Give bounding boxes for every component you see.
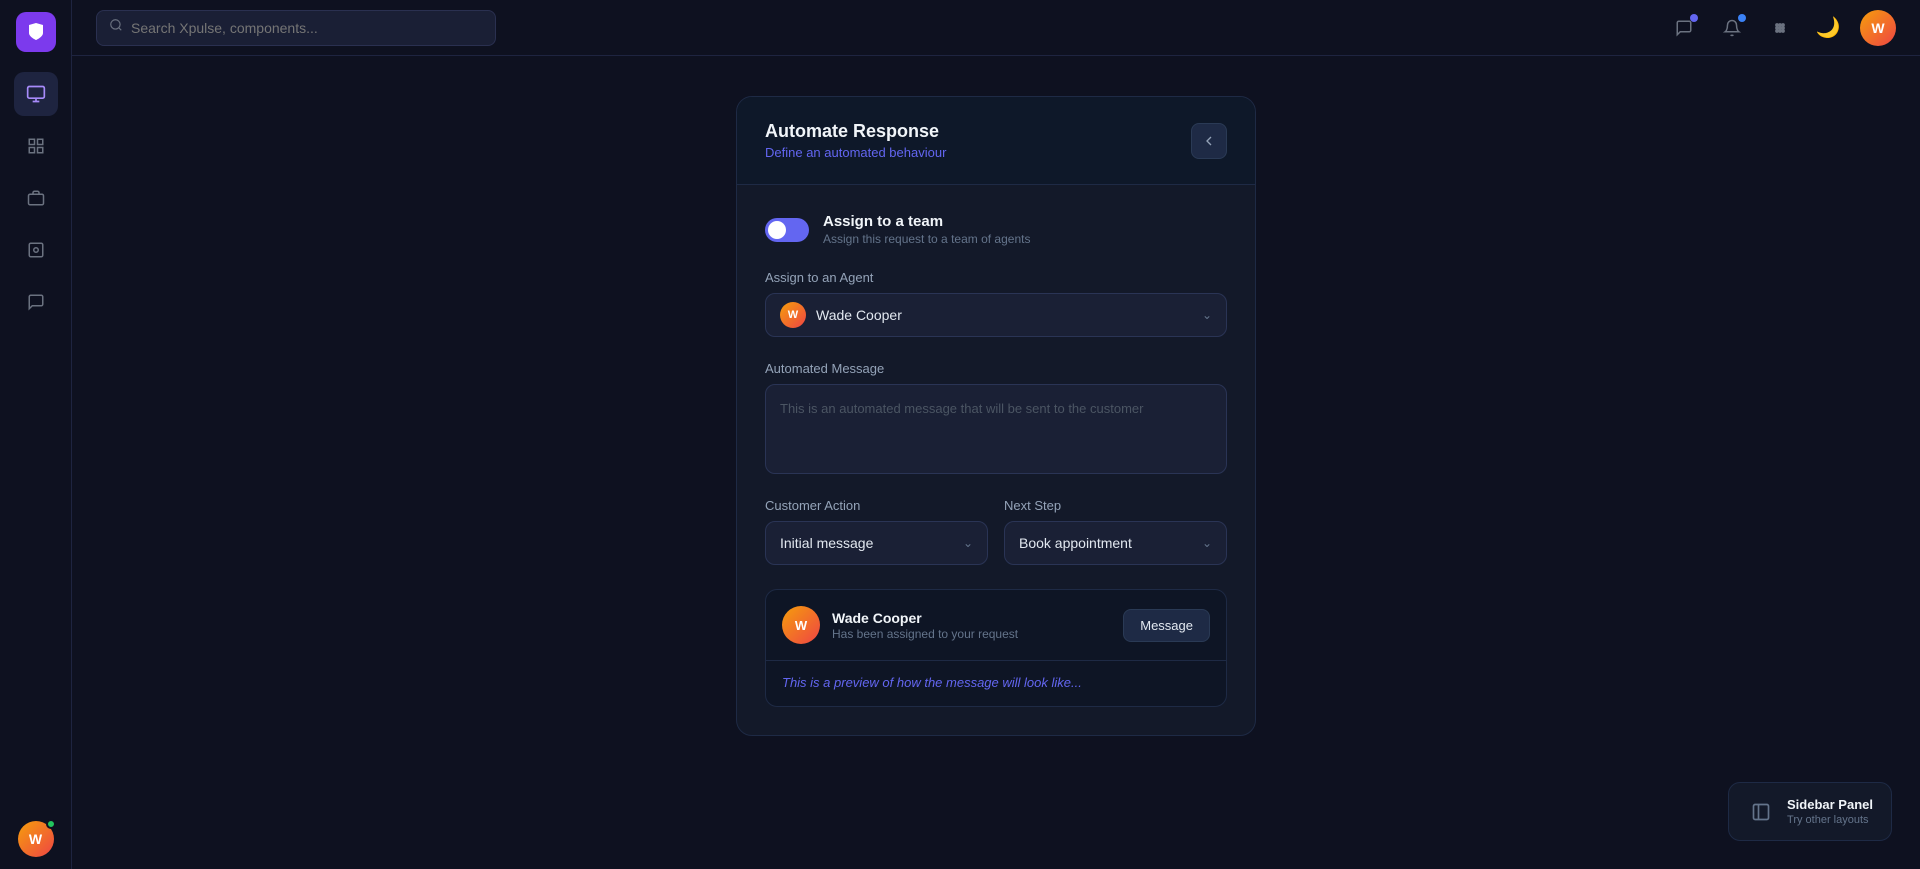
card-title: Automate Response (765, 121, 946, 142)
next-step-value: Book appointment (1019, 535, 1192, 551)
preview-agent-name: Wade Cooper (832, 610, 1111, 626)
topbar: 🌙 W (72, 0, 1920, 56)
assign-agent-field: Assign to an Agent W Wade Cooper ⌄ (765, 270, 1227, 337)
sidebar-panel-title: Sidebar Panel (1787, 797, 1873, 812)
customer-action-chevron: ⌄ (963, 536, 973, 550)
agent-select-value: Wade Cooper (816, 307, 1192, 323)
preview-agent-info: Wade Cooper Has been assigned to your re… (832, 610, 1111, 641)
customer-action-select[interactable]: Initial message ⌄ (765, 521, 988, 565)
sidebar-item-layout[interactable] (14, 228, 58, 272)
card-body: Assign to a team Assign this request to … (737, 185, 1255, 735)
preview-card: W Wade Cooper Has been assigned to your … (765, 589, 1227, 707)
customer-action-value: Initial message (780, 535, 953, 551)
search-icon (109, 18, 123, 37)
sidebar-panel-icon (1747, 798, 1775, 826)
sidebar-item-message[interactable] (14, 280, 58, 324)
card-header: Automate Response Define an automated be… (737, 97, 1255, 185)
next-step-select[interactable]: Book appointment ⌄ (1004, 521, 1227, 565)
action-step-row: Customer Action Initial message ⌄ Next S… (765, 498, 1227, 565)
bell-icon[interactable] (1716, 12, 1748, 44)
sidebar-panel-toast[interactable]: Sidebar Panel Try other layouts (1728, 782, 1892, 841)
sidebar-panel-subtitle: Try other layouts (1787, 814, 1873, 826)
assign-agent-select[interactable]: W Wade Cooper ⌄ (765, 293, 1227, 337)
customer-action-label: Customer Action (765, 498, 988, 513)
automated-message-field: Automated Message (765, 361, 1227, 474)
chat-badge (1690, 14, 1698, 22)
agent-avatar: W (780, 302, 806, 328)
assign-agent-label: Assign to an Agent (765, 270, 1227, 285)
message-button[interactable]: Message (1123, 609, 1210, 642)
sidebar-user-avatar[interactable]: W (18, 821, 54, 857)
preview-agent-row: W Wade Cooper Has been assigned to your … (766, 590, 1226, 660)
next-step-label: Next Step (1004, 498, 1227, 513)
sidebar-panel-text: Sidebar Panel Try other layouts (1787, 797, 1873, 826)
agent-select-chevron: ⌄ (1202, 308, 1212, 322)
online-indicator (46, 819, 56, 829)
assign-team-row: Assign to a team Assign this request to … (765, 213, 1227, 246)
customer-action-field: Customer Action Initial message ⌄ (765, 498, 988, 565)
apps-icon[interactable] (1764, 12, 1796, 44)
automate-response-card: Automate Response Define an automated be… (736, 96, 1256, 736)
assign-team-toggle[interactable] (765, 218, 809, 242)
theme-toggle[interactable]: 🌙 (1812, 12, 1844, 44)
automated-message-textarea[interactable] (765, 384, 1227, 474)
sidebar-item-inbox[interactable] (14, 72, 58, 116)
topbar-avatar[interactable]: W (1860, 10, 1896, 46)
preview-agent-avatar: W (782, 606, 820, 644)
toggle-label: Assign to a team (823, 213, 1030, 230)
sidebar-item-grid[interactable] (14, 124, 58, 168)
page-content: Automate Response Define an automated be… (72, 56, 1920, 869)
search-input[interactable] (131, 20, 483, 36)
topbar-right: 🌙 W (1668, 10, 1896, 46)
next-step-chevron: ⌄ (1202, 536, 1212, 550)
bell-badge (1738, 14, 1746, 22)
toggle-description: Assign this request to a team of agents (823, 232, 1030, 246)
logo[interactable] (16, 12, 56, 52)
main-area: 🌙 W Automate Response Define an automate… (72, 0, 1920, 869)
card-header-text: Automate Response Define an automated be… (765, 121, 946, 160)
sidebar: W (0, 0, 72, 869)
toggle-text: Assign to a team Assign this request to … (823, 213, 1030, 246)
next-step-field: Next Step Book appointment ⌄ (1004, 498, 1227, 565)
toggle-knob (768, 221, 786, 239)
search-bar[interactable] (96, 10, 496, 46)
automated-message-label: Automated Message (765, 361, 1227, 376)
back-button[interactable] (1191, 123, 1227, 159)
chat-icon[interactable] (1668, 12, 1700, 44)
sidebar-item-briefcase[interactable] (14, 176, 58, 220)
card-subtitle: Define an automated behaviour (765, 145, 946, 160)
preview-agent-status: Has been assigned to your request (832, 627, 1111, 641)
preview-message-text: This is a preview of how the message wil… (766, 660, 1226, 706)
